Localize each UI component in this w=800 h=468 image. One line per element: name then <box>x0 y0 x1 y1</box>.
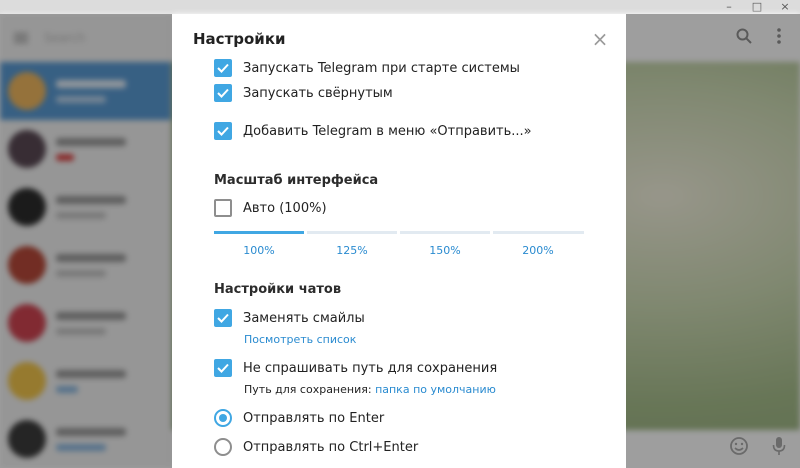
view-emoji-list-link[interactable]: Посмотреть список <box>244 333 356 346</box>
section-title-scale: Масштаб интерфейса <box>214 173 379 188</box>
maximize-button[interactable]: □ <box>746 0 768 14</box>
scale-segment[interactable] <box>493 231 584 234</box>
checkbox-label: Запускать свёрнутым <box>243 85 393 101</box>
more-vertical-icon[interactable] <box>767 28 791 49</box>
check-icon[interactable] <box>214 359 232 377</box>
scale-slider[interactable] <box>214 231 584 234</box>
window-titlebar: – □ × <box>0 0 800 14</box>
radio-unselected-icon[interactable] <box>214 438 232 456</box>
dialog-title: Настройки <box>193 30 286 48</box>
checkbox-start-minimized[interactable]: Запускать свёрнутым <box>214 84 393 102</box>
checkbox-dont-ask-path[interactable]: Не спрашивать путь для сохранения <box>214 359 497 377</box>
microphone-icon[interactable] <box>767 436 791 461</box>
checkbox-send-to-menu[interactable]: Добавить Telegram в меню «Отправить...» <box>214 122 532 140</box>
checkbox-scale-auto[interactable]: Авто (100%) <box>214 199 327 217</box>
checkbox-replace-emoji[interactable]: Заменять смайлы <box>214 309 365 327</box>
checkbox-label: Заменять смайлы <box>243 310 365 326</box>
close-icon[interactable]: × <box>590 27 610 51</box>
close-window-button[interactable]: × <box>774 0 796 14</box>
scale-option-100[interactable]: 100% <box>214 244 304 257</box>
search-icon[interactable] <box>732 28 756 49</box>
scale-segment[interactable] <box>214 231 304 234</box>
checkbox-label: Запускать Telegram при старте системы <box>243 60 520 76</box>
checkbox-label: Не спрашивать путь для сохранения <box>243 360 498 376</box>
check-icon[interactable] <box>214 59 232 77</box>
check-icon[interactable] <box>214 122 232 140</box>
scale-segment[interactable] <box>307 231 397 234</box>
check-icon[interactable] <box>214 309 232 327</box>
scale-option-200[interactable]: 200% <box>493 244 583 257</box>
scale-segment[interactable] <box>400 231 490 234</box>
checkbox-label: Авто (100%) <box>243 200 327 216</box>
emoji-icon[interactable] <box>727 436 751 461</box>
settings-scroll-area[interactable]: Запускать Telegram при старте системы За… <box>172 58 626 468</box>
section-title-chat-settings: Настройки чатов <box>214 282 342 297</box>
radio-send-ctrl-enter[interactable]: Отправлять по Ctrl+Enter <box>214 438 418 456</box>
checkbox-autostart[interactable]: Запускать Telegram при старте системы <box>214 59 520 77</box>
radio-selected-icon[interactable] <box>214 409 232 427</box>
minimize-button[interactable]: – <box>718 0 740 14</box>
check-icon[interactable] <box>214 84 232 102</box>
radio-label: Отправлять по Ctrl+Enter <box>243 439 419 455</box>
radio-send-enter[interactable]: Отправлять по Enter <box>214 409 384 427</box>
save-path-row: Путь для сохранения: папка по умолчанию <box>244 383 496 396</box>
radio-label: Отправлять по Enter <box>243 410 385 426</box>
checkbox-empty-icon[interactable] <box>214 199 232 217</box>
checkbox-label: Добавить Telegram в меню «Отправить...» <box>243 123 532 139</box>
scale-option-125[interactable]: 125% <box>307 244 397 257</box>
save-path-link[interactable]: папка по умолчанию <box>375 383 496 396</box>
scale-option-150[interactable]: 150% <box>400 244 490 257</box>
settings-dialog: Настройки × Запускать Telegram при старт… <box>172 14 626 468</box>
save-path-label: Путь для сохранения: <box>244 383 372 396</box>
